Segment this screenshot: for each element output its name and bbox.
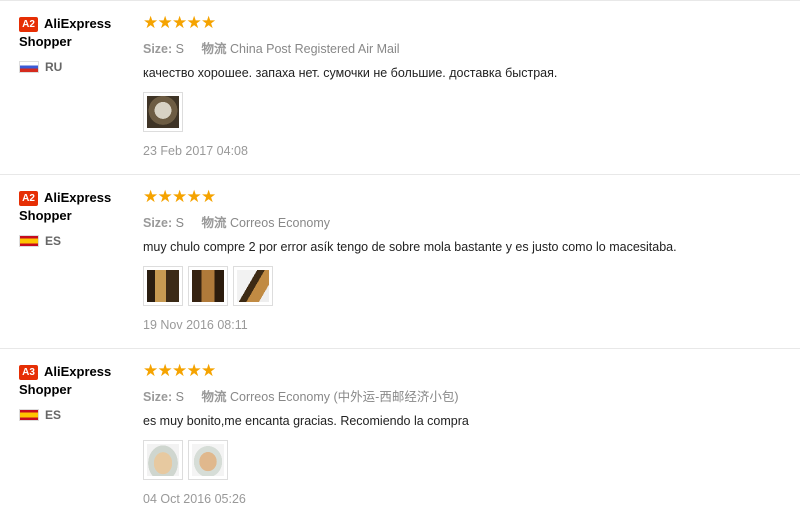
review-item: A2 AliExpress Shopper RU ★ ★ ★ ★ ★ Size:…	[0, 0, 800, 174]
review-text: muy chulo compre 2 por error asík tengo …	[143, 240, 677, 254]
star-icon: ★	[201, 187, 217, 206]
review-photos	[143, 266, 793, 306]
review-date: 19 Nov 2016 08:11	[143, 318, 248, 332]
order-info: Size: S 物流 Correos Economy	[143, 212, 793, 231]
star-icon: ★	[172, 361, 188, 380]
logistics-label: 物流	[201, 42, 227, 56]
review-item: A2 AliExpress Shopper ES ★ ★ ★ ★ ★ Size:…	[0, 174, 800, 348]
star-icon: ★	[157, 361, 173, 380]
size-value: S	[175, 216, 185, 230]
size-label: Size:	[143, 390, 173, 404]
star-rating: ★ ★ ★ ★ ★	[143, 188, 793, 206]
review-photo-thumbnail[interactable]	[143, 92, 183, 132]
logistics-value: Correos Economy	[230, 216, 331, 230]
star-icon: ★	[143, 187, 159, 206]
reviewer-name-line2: Shopper	[19, 208, 72, 223]
star-icon: ★	[143, 361, 159, 380]
reviewer-name: AliExpress	[44, 364, 112, 379]
size-label: Size:	[143, 216, 173, 230]
review-date: 23 Feb 2017 04:08	[143, 144, 248, 158]
review-photo-thumbnail[interactable]	[143, 440, 183, 480]
reviewer-info: A2 AliExpress Shopper RU	[19, 15, 129, 74]
logistics-label: 物流	[201, 216, 227, 230]
review-photo-thumbnail[interactable]	[188, 440, 228, 480]
star-icon: ★	[143, 13, 159, 32]
star-icon: ★	[172, 187, 188, 206]
star-icon: ★	[186, 361, 202, 380]
size-value: S	[175, 390, 185, 404]
star-icon: ★	[157, 13, 173, 32]
star-icon: ★	[201, 13, 217, 32]
spain-flag-icon	[19, 235, 39, 247]
review-item: A3 AliExpress Shopper ES ★ ★ ★ ★ ★ Size:…	[0, 348, 800, 522]
size-value: S	[175, 42, 185, 56]
order-info: Size: S 物流 Correos Economy (中外运-西邮经济小包)	[143, 386, 793, 405]
reviewer-name-line2: Shopper	[19, 382, 72, 397]
reviewer-name: AliExpress	[44, 190, 112, 205]
star-icon: ★	[157, 187, 173, 206]
star-icon: ★	[172, 13, 188, 32]
review-text: качество хорошее. запаха нет. сумочки не…	[143, 66, 558, 80]
star-icon: ★	[186, 187, 202, 206]
reviewer-name: AliExpress	[44, 16, 112, 31]
reviewer-country: ES	[45, 408, 62, 422]
order-info: Size: S 物流 China Post Registered Air Mai…	[143, 38, 793, 57]
review-text: es muy bonito,me encanta gracias. Recomi…	[143, 414, 469, 428]
star-icon: ★	[186, 13, 202, 32]
logistics-label: 物流	[201, 390, 227, 404]
buyer-level-badge: A2	[19, 17, 38, 32]
star-rating: ★ ★ ★ ★ ★	[143, 14, 793, 32]
reviewer-info: A3 AliExpress Shopper ES	[19, 363, 129, 422]
reviewer-name-line2: Shopper	[19, 34, 72, 49]
reviewer-info: A2 AliExpress Shopper ES	[19, 189, 129, 248]
logistics-value: Correos Economy (中外运-西邮经济小包)	[230, 390, 459, 404]
spain-flag-icon	[19, 409, 39, 421]
review-photo-thumbnail[interactable]	[233, 266, 273, 306]
star-rating: ★ ★ ★ ★ ★	[143, 362, 793, 380]
reviewer-country: RU	[45, 60, 63, 74]
review-photo-thumbnail[interactable]	[143, 266, 183, 306]
review-photos	[143, 92, 793, 132]
review-photos	[143, 440, 793, 480]
buyer-level-badge: A3	[19, 365, 38, 380]
star-icon: ★	[201, 361, 217, 380]
size-label: Size:	[143, 42, 173, 56]
logistics-value: China Post Registered Air Mail	[230, 42, 400, 56]
review-photo-thumbnail[interactable]	[188, 266, 228, 306]
russia-flag-icon	[19, 61, 39, 73]
buyer-level-badge: A2	[19, 191, 38, 206]
reviewer-country: ES	[45, 234, 62, 248]
